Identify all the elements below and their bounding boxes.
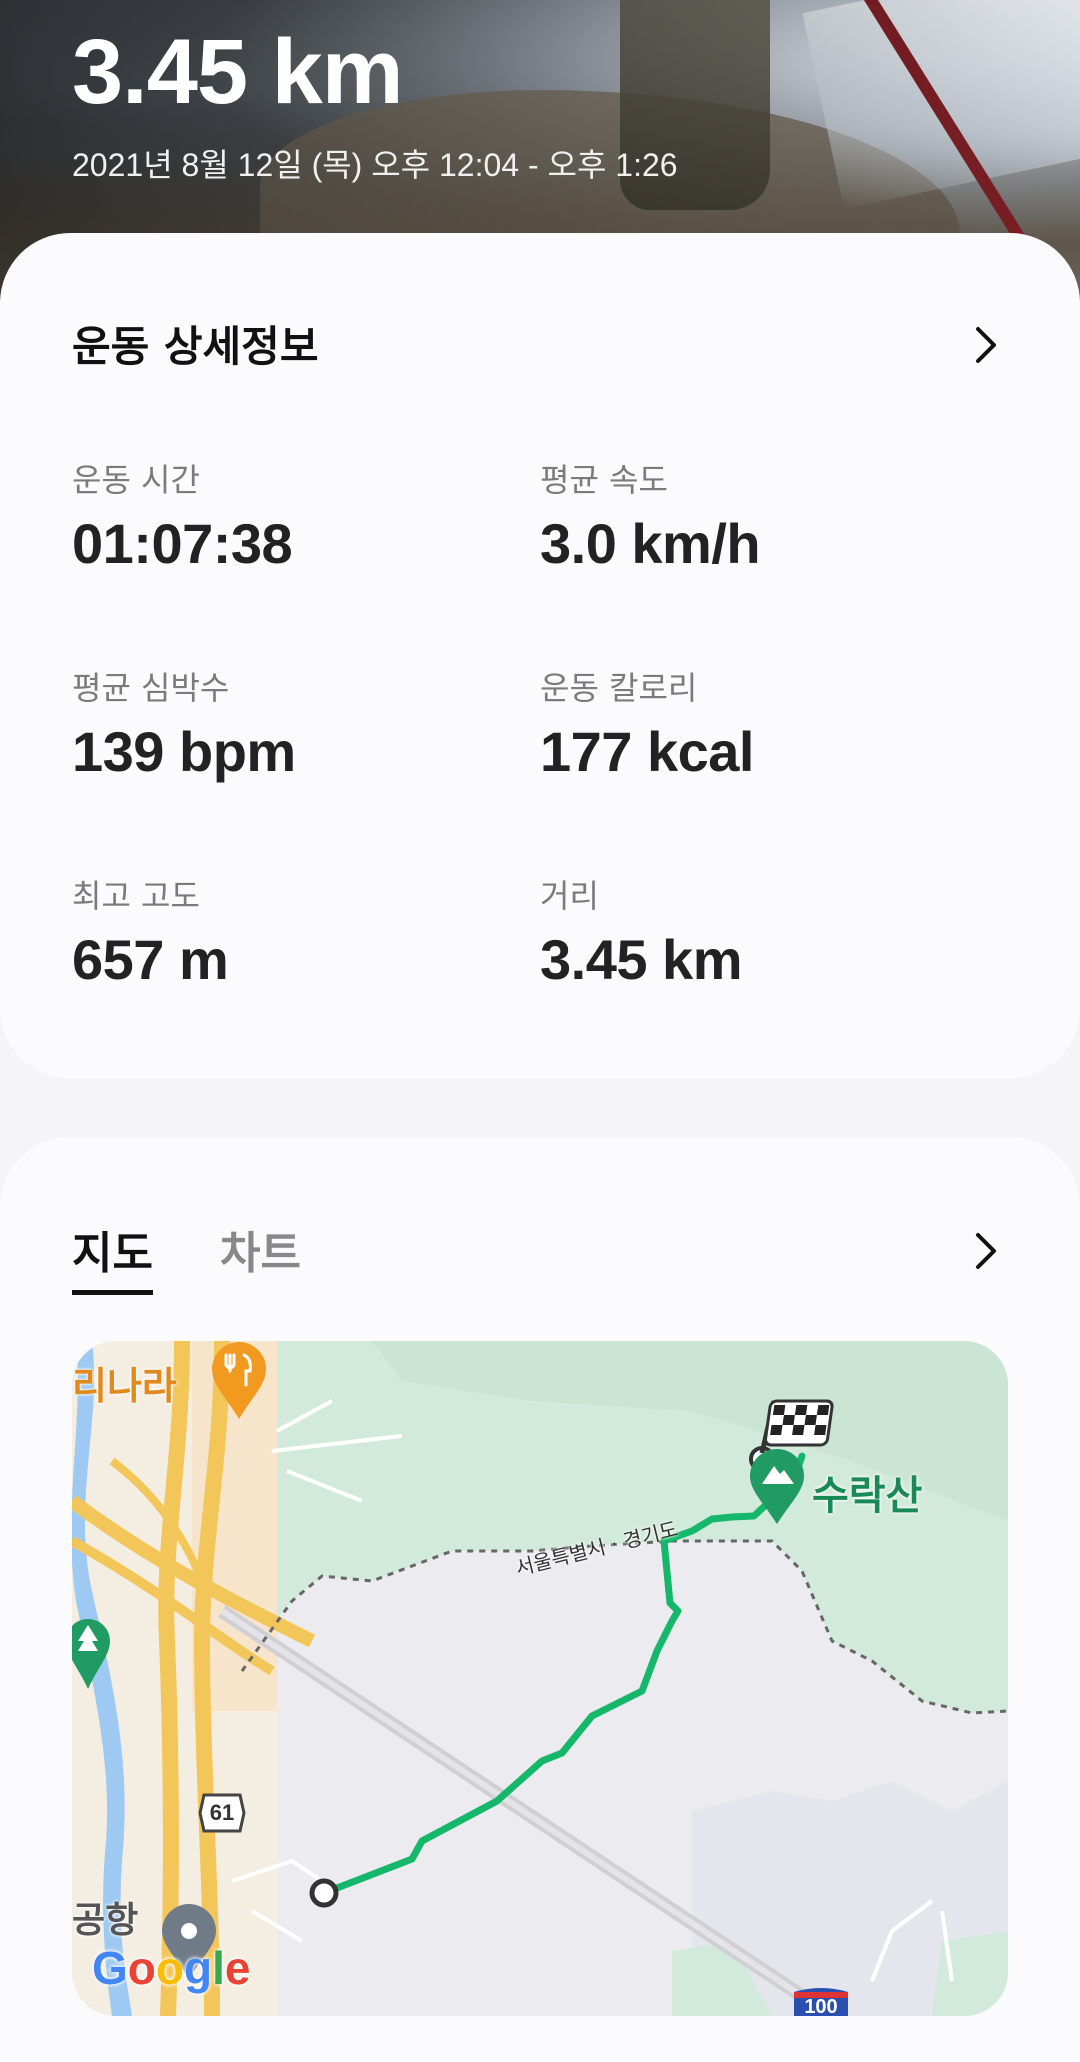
mountain-pin-icon [750,1449,804,1524]
metric-value: 01:07:38 [72,512,293,575]
route-100-label: 100 [804,1995,838,2017]
metric-avg-speed: 평균 속도 3.0 km/h [540,455,980,576]
chevron-right-icon[interactable] [966,325,1006,365]
chevron-right-icon[interactable] [966,1231,1006,1271]
metric-label: 거리 [540,877,599,915]
start-point-icon [309,1878,339,1908]
workout-details-title: 운동 상세정보 [72,322,319,371]
metric-value: 3.45 km [540,928,743,991]
tree-pin-icon [72,1619,110,1689]
metric-value: 177 kcal [540,720,754,783]
metric-max-altitude: 최고 고도 657 m [72,871,512,992]
restaurant-label: 리나라 [72,1364,177,1408]
restaurant-pin-icon [212,1342,266,1419]
metric-label: 평균 속도 [540,461,668,499]
tab-chart[interactable]: 차트 [220,1217,301,1281]
hero-date-range: 2021년 8월 12일 (목) 오후 12:04 - 오후 1:26 [72,147,678,183]
route-map[interactable]: 61 100 수락산 리나라 공항 서울특별시 · 경기도 Google [72,1341,1008,2016]
metric-value: 657 m [72,928,229,991]
peak-label: 수락산 [812,1473,923,1519]
metric-label: 최고 고도 [72,877,200,915]
route-61-label: 61 [209,1800,235,1825]
map-chart-card: 지도 차트 61 100 수락산 리나라 공항 서울특별시 · 경기도 Goog… [0,1137,1080,2062]
hero-distance: 3.45 km [72,21,404,123]
metric-label: 운동 칼로리 [540,669,698,707]
tab-map[interactable]: 지도 [72,1217,153,1295]
metric-calories: 운동 칼로리 177 kcal [540,663,980,784]
metric-workout-time: 운동 시간 01:07:38 [72,455,512,576]
metric-avg-heart-rate: 평균 심박수 139 bpm [72,663,512,784]
workout-details-card: 운동 상세정보 운동 시간 01:07:38 평균 속도 3.0 km/h 평균… [0,233,1080,1078]
metric-distance: 거리 3.45 km [540,871,980,992]
google-logo: Google [92,1942,251,1994]
metric-value: 3.0 km/h [540,512,761,575]
metric-value: 139 bpm [72,720,296,783]
metric-label: 운동 시간 [72,461,200,499]
metric-label: 평균 심박수 [72,669,230,707]
airport-label: 공항 [72,1900,139,1941]
